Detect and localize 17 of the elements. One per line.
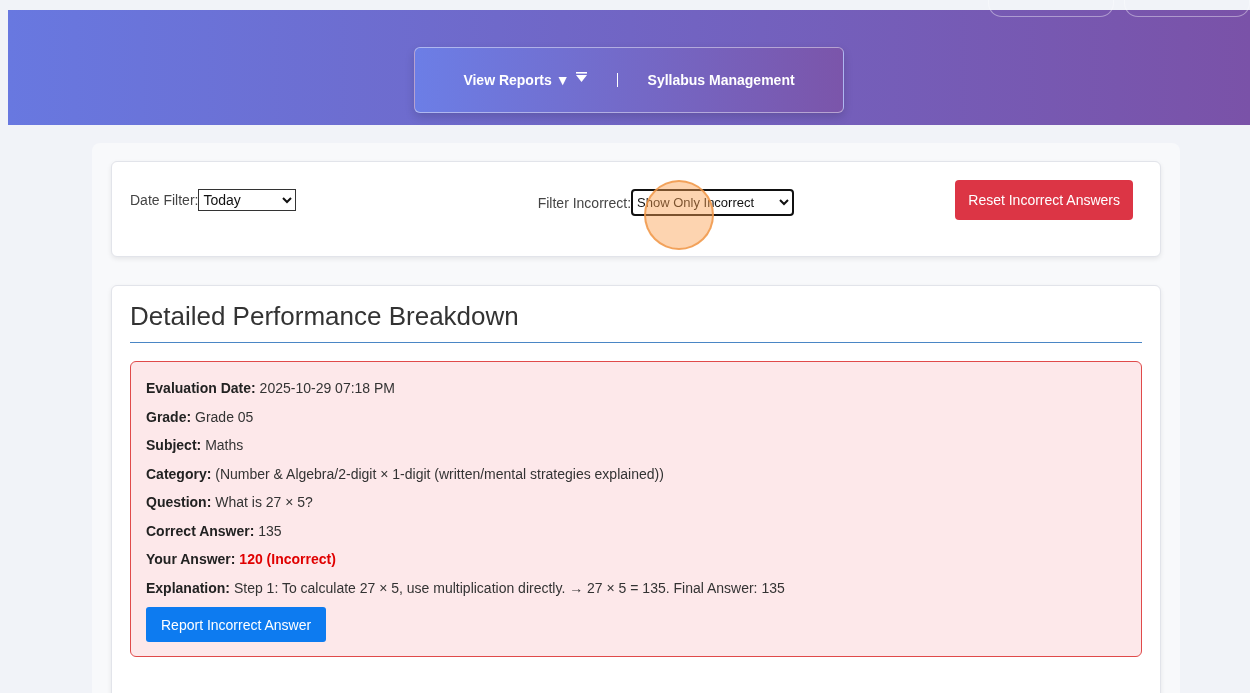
- filter-label: Filter Incorrect:: [537, 194, 632, 211]
- section-title: Detailed Performance Breakdown: [130, 301, 1142, 343]
- detail-line: Subject: Maths: [146, 436, 245, 454]
- detail-line: Correct Answer: 135: [146, 521, 283, 540]
- detail-line: Grade: Grade 05: [146, 407, 255, 426]
- date-filter-select[interactable]: Today: [198, 189, 297, 211]
- detail-line: Question: What is 27 × 5?: [146, 493, 314, 511]
- nav-link[interactable]: Syllabus Management: [647, 72, 795, 88]
- detail-line: Explanation: Step 1: To calculate 27 × 5, use multiplication directly. → 27 × 5 = 135. Final Answer: 135: [146, 578, 786, 597]
- view-reports-dropdown[interactable]: View Reports ▼: [463, 72, 587, 88]
- detail-line: Evaluation Date: 2025-10-29 07:18 PM: [146, 379, 397, 397]
- reset-button[interactable]: Reset Incorrect Answers: [955, 180, 1133, 220]
- filter-label: Date Filter:: [130, 192, 199, 208]
- detail-line: Category: (Number & Algebra/2-digit × 1-digit (written/mental strategies explained)): [146, 464, 665, 483]
- report-button[interactable]: Report Incorrect Answer: [146, 607, 327, 642]
- detail-line: Your Answer: 120 (Incorrect): [146, 550, 337, 568]
- filter-icon: [575, 71, 587, 83]
